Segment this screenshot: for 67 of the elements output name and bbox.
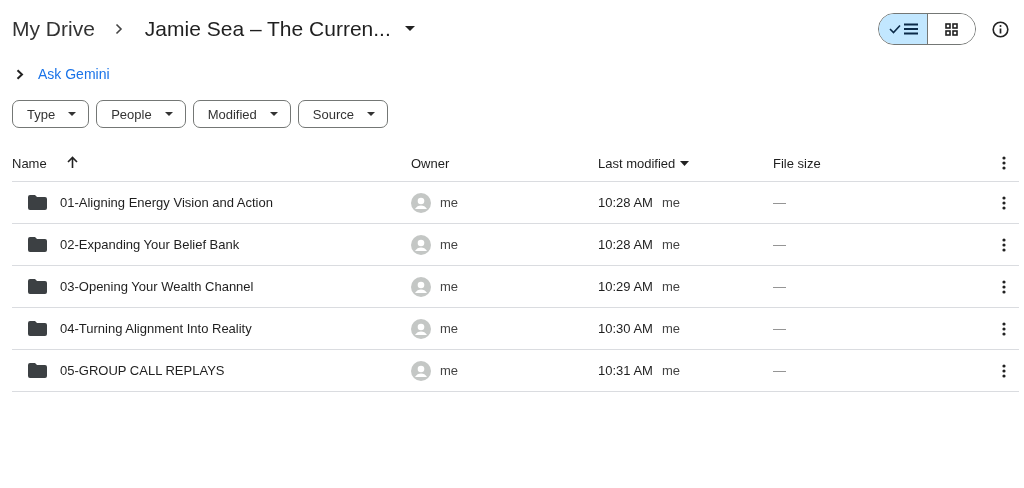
folder-icon [28,237,47,252]
owner-text: me [440,321,459,336]
grid-view-button[interactable] [927,14,975,44]
modified-time: 10:31 AM [598,363,653,378]
dropdown-icon[interactable] [680,160,690,166]
sort-up-arrow-icon[interactable] [66,156,78,168]
file-size-text: — [773,195,786,210]
breadcrumb-item[interactable]: Jamie Sea – The Curren... [144,17,391,41]
list-icon [903,23,918,35]
modified-by-text: me [661,195,680,210]
file-size-text: — [773,363,786,378]
file-size-text: — [773,237,786,252]
dropdown-icon [68,112,77,116]
ask-gemini-link[interactable]: Ask Gemini [38,66,110,82]
filter-chip[interactable]: Source [297,100,388,128]
dropdown-icon [164,112,173,116]
modified-time: 10:30 AM [598,321,653,336]
avatar-icon [411,234,431,255]
avatar-icon [411,192,431,213]
filter-chip[interactable]: Modified [192,100,291,128]
modified-time: 10:28 AM [598,237,653,252]
filter-chip[interactable]: Type [12,100,90,128]
modified-by-text: me [661,237,680,252]
column-header[interactable]: Owner [411,155,450,171]
column-header[interactable]: Name [12,155,47,171]
dropdown-icon [269,112,278,116]
more-options-icon[interactable] [1002,363,1006,378]
folder-name[interactable]: 04-Turning Alignment Into Reality [60,321,252,336]
avatar-icon [411,318,431,339]
filter-chip[interactable]: People [96,100,186,128]
folder-icon [28,363,47,378]
column-header[interactable]: File size [773,155,821,171]
owner-text: me [440,279,459,294]
more-options-icon[interactable] [1002,195,1006,210]
chevron-right-icon[interactable] [16,68,24,80]
more-options-icon[interactable] [1002,321,1006,336]
modified-by-text: me [661,321,680,336]
owner-text: me [440,195,459,210]
folder-icon [28,321,47,336]
more-options-icon[interactable] [1002,279,1006,294]
avatar-icon [411,360,431,381]
checkmark-icon [888,24,901,34]
grid-icon [945,22,958,36]
folder-icon [28,279,47,294]
info-icon[interactable] [992,20,1009,38]
dropdown-icon[interactable] [404,26,415,32]
more-options-icon[interactable] [1002,237,1006,252]
chevron-right-icon [114,23,123,35]
folder-name[interactable]: 05-GROUP CALL REPLAYS [60,363,225,378]
owner-text: me [440,237,459,252]
folder-icon [28,195,47,210]
modified-time: 10:29 AM [598,279,653,294]
folder-name[interactable]: 02-Expanding Your Belief Bank [60,237,240,252]
avatar-icon [411,276,431,297]
breadcrumb-item[interactable]: My Drive [12,17,95,41]
folder-name[interactable]: 03-Opening Your Wealth Channel [60,279,254,294]
file-size-text: — [773,279,786,294]
owner-text: me [440,363,459,378]
dropdown-icon [367,112,375,116]
modified-by-text: me [661,279,680,294]
folder-name[interactable]: 01-Aligning Energy Vision and Action [60,195,273,210]
list-view-button[interactable] [879,14,927,44]
column-header[interactable]: Last modified [598,155,676,171]
modified-by-text: me [661,363,680,378]
more-options-icon[interactable] [1002,156,1006,170]
modified-time: 10:28 AM [598,195,653,210]
file-size-text: — [773,321,786,336]
